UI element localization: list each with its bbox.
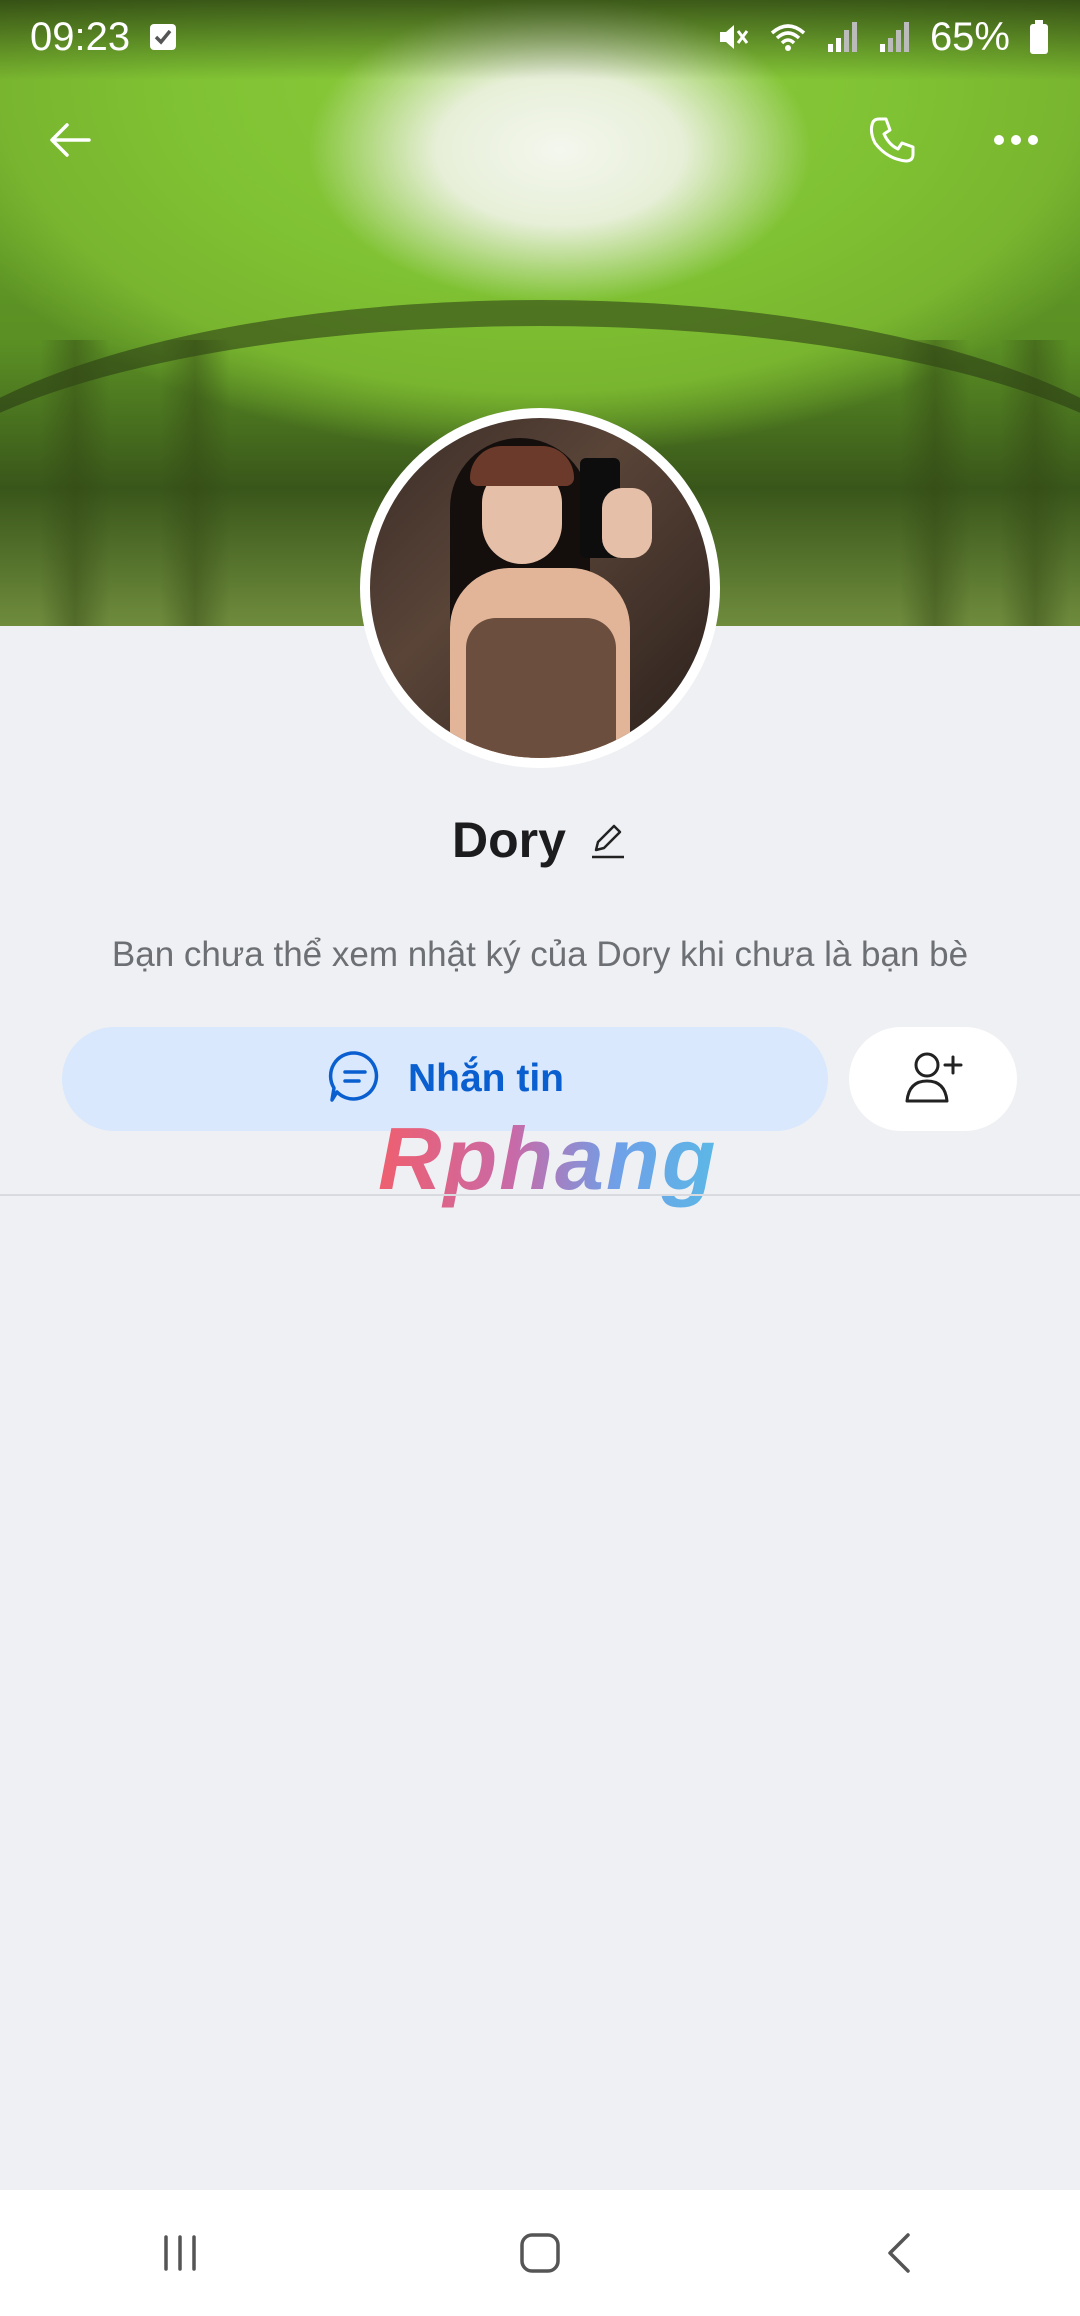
edit-pencil-icon[interactable] [588, 820, 628, 860]
add-friend-icon [903, 1049, 963, 1110]
divider [0, 1194, 1080, 1196]
profile-name: Dory [452, 812, 566, 868]
battery-icon [1028, 19, 1050, 55]
add-friend-button[interactable] [849, 1027, 1017, 1131]
privacy-notice: Bạn chưa thể xem nhật ký của Dory khi ch… [111, 935, 969, 974]
recent-apps-icon[interactable] [120, 2203, 240, 2303]
signal-icon [826, 20, 860, 54]
home-icon[interactable] [480, 2203, 600, 2303]
battery-percent: 65% [929, 14, 1010, 59]
back-arrow-icon[interactable] [30, 100, 110, 180]
wifi-icon [768, 19, 808, 55]
chat-bubble-icon [326, 1048, 384, 1111]
app-bar [0, 90, 1080, 190]
status-bar: 09:23 65% [0, 0, 1080, 74]
profile-name-row: Dory [0, 805, 1080, 875]
avatar-photo [370, 418, 710, 758]
status-time: 09:23 [30, 14, 131, 59]
signal-2-icon [878, 20, 912, 54]
message-button-label: Nhắn tin [408, 1057, 564, 1100]
system-nav-bar [0, 2190, 1080, 2316]
back-icon[interactable] [840, 2203, 960, 2303]
profile-screen: 09:23 65% Dory Bạn chưa thể xem nhật ký … [0, 0, 1080, 2316]
more-icon[interactable] [976, 100, 1056, 180]
phone-icon[interactable] [852, 100, 932, 180]
check-notification-icon [148, 22, 178, 52]
avatar[interactable] [360, 408, 720, 768]
mute-icon [714, 19, 750, 55]
